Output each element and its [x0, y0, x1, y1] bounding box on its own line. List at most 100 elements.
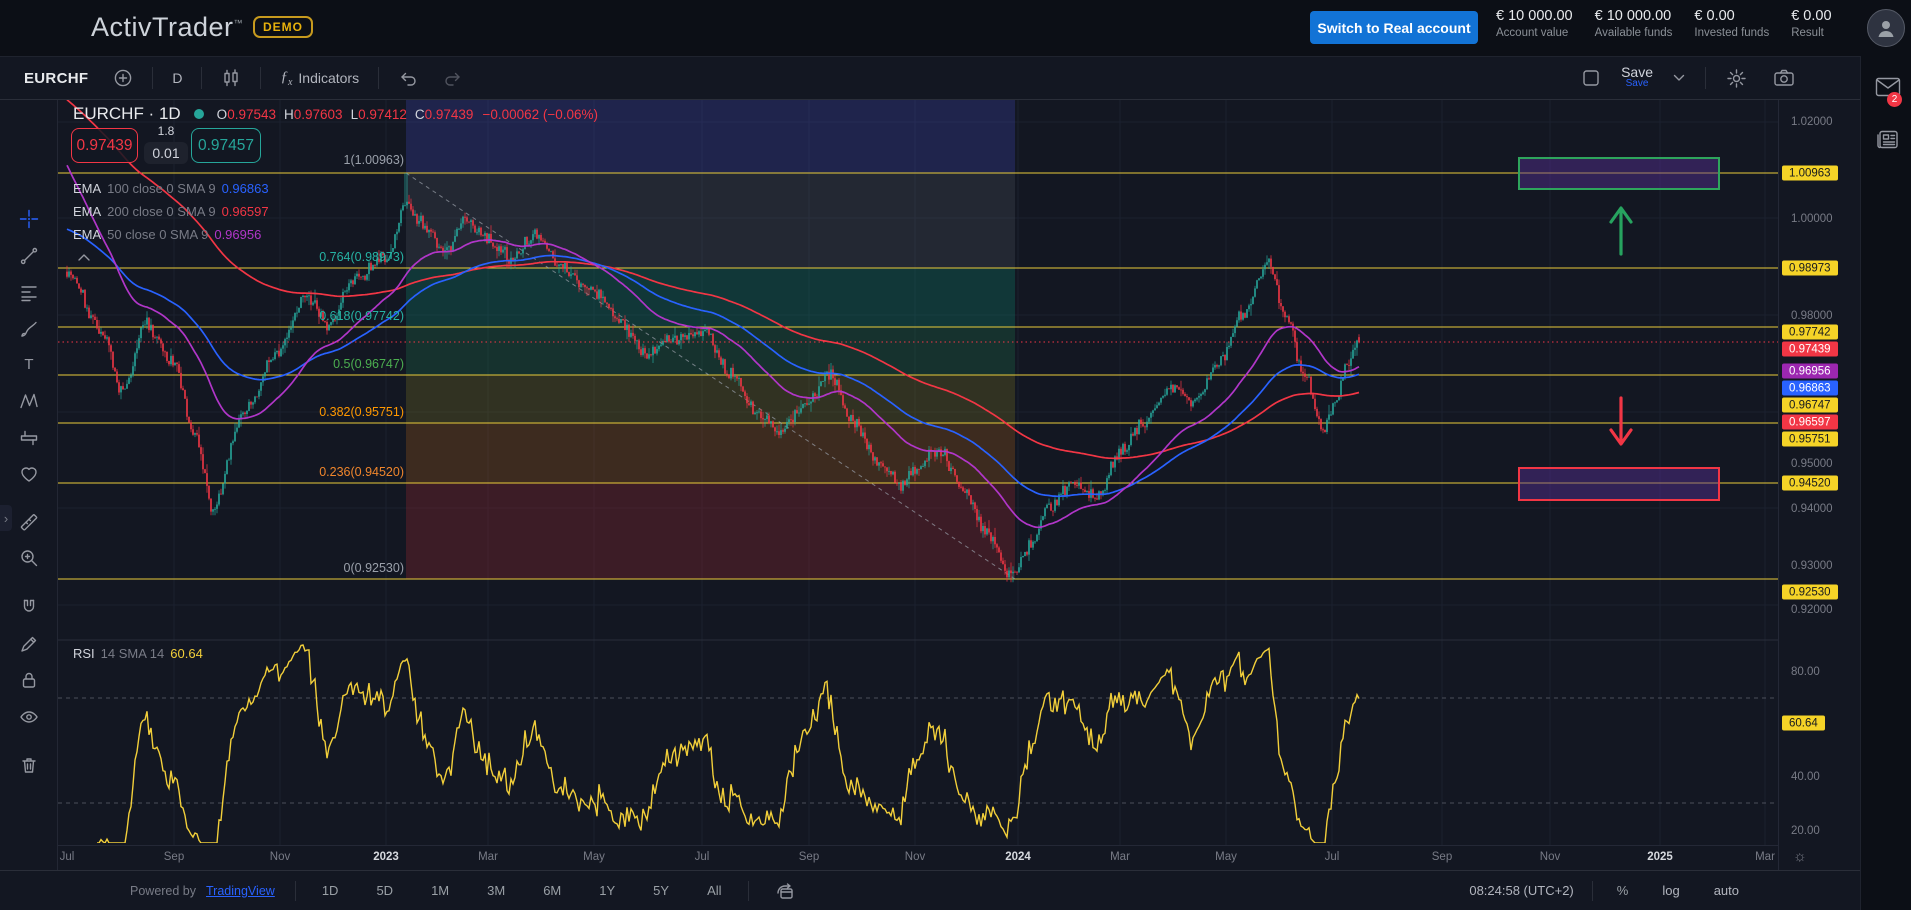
rsi-name: RSI	[73, 646, 95, 661]
price-axis[interactable]: ☼ 1.02000 1.00963 1.00000 0.98973 0.98000 0.9…	[1778, 100, 1860, 870]
price-axis-badge[interactable]: 0.97742	[1782, 325, 1838, 340]
price-axis-label[interactable]: 0.98000	[1791, 310, 1833, 322]
time-axis[interactable]: JulSepNov2023MarMayJulSepNov2024MarMayJu…	[58, 845, 1778, 870]
drawing-mode-tool[interactable]	[12, 627, 46, 661]
time-axis-label: Nov	[270, 851, 290, 863]
range-6M[interactable]: 6M	[537, 882, 567, 899]
price-axis-label[interactable]: 0.92000	[1791, 604, 1833, 616]
auto-scale-button[interactable]: auto	[1708, 882, 1745, 899]
price-axis-badge[interactable]: 0.92530	[1782, 585, 1838, 600]
go-to-date-button[interactable]	[769, 881, 801, 901]
time-axis-label: Jul	[60, 851, 75, 863]
compare-add-button[interactable]	[107, 67, 139, 89]
fib-level-label: 0.5(0.96747)	[204, 357, 404, 371]
measure-tool[interactable]	[12, 505, 46, 539]
redo-button[interactable]	[437, 67, 469, 89]
stat-value: € 0.00	[1791, 8, 1831, 24]
time-axis-label: Sep	[799, 851, 819, 863]
price-axis-label[interactable]: 20.00	[1791, 825, 1820, 837]
save-button[interactable]: Save Save	[1621, 66, 1653, 90]
price-axis-label[interactable]: 1.00000	[1791, 213, 1833, 225]
tradingview-link[interactable]: TradingView	[206, 884, 275, 898]
layout-button[interactable]	[1575, 67, 1607, 89]
price-axis-badge[interactable]: 0.96863	[1782, 381, 1838, 396]
percent-scale-button[interactable]: %	[1611, 882, 1635, 899]
axis-settings-icon[interactable]: ☼	[1793, 848, 1807, 865]
chevron-up-icon	[78, 254, 90, 261]
user-avatar[interactable]	[1867, 9, 1905, 47]
price-axis-badge[interactable]: 0.94520	[1782, 476, 1838, 491]
range-3M[interactable]: 3M	[481, 882, 511, 899]
price-axis-badge[interactable]: 0.96747	[1782, 398, 1838, 413]
news-button[interactable]	[1870, 128, 1906, 155]
zoom-tool[interactable]	[12, 541, 46, 575]
interval-button[interactable]: D	[166, 69, 188, 87]
quantity-field[interactable]: 0.01	[144, 142, 188, 164]
range-1D[interactable]: 1D	[316, 882, 345, 899]
time-axis-label: Jul	[1325, 851, 1340, 863]
price-axis-badge[interactable]: 0.98973	[1782, 261, 1838, 276]
price-axis-badge[interactable]: 1.00963	[1782, 166, 1838, 181]
pencil-icon	[19, 634, 39, 654]
brush-tool[interactable]	[12, 312, 46, 346]
hide-drawings-tool[interactable]	[12, 700, 46, 734]
price-axis-label[interactable]: 0.94000	[1791, 503, 1833, 515]
clock-display[interactable]: 08:24:58 (UTC+2)	[1469, 883, 1573, 898]
ema-legend-row[interactable]: EMA50 close 0 SMA 90.96956	[73, 226, 261, 242]
range-All[interactable]: All	[701, 882, 727, 899]
range-5Y[interactable]: 5Y	[647, 882, 675, 899]
price-axis-label[interactable]: 40.00	[1791, 771, 1820, 783]
magnet-tool[interactable]	[12, 590, 46, 624]
legend-collapse-caret[interactable]	[78, 248, 90, 266]
time-axis-label: Jul	[695, 851, 710, 863]
bottom-separator	[295, 881, 296, 901]
remove-drawings-tool[interactable]	[12, 748, 46, 782]
symbol-button[interactable]: EURCHF	[18, 69, 94, 88]
price-axis-label[interactable]: 1.02000	[1791, 116, 1833, 128]
range-1M[interactable]: 1M	[425, 882, 455, 899]
chart-style-button[interactable]	[215, 67, 247, 89]
time-axis-label: 2024	[1005, 851, 1031, 863]
favorites-tool[interactable]	[12, 457, 46, 491]
range-1Y[interactable]: 1Y	[593, 882, 621, 899]
snapshot-button[interactable]	[1767, 67, 1801, 89]
price-axis-label[interactable]: 80.00	[1791, 666, 1820, 678]
price-axis-badge[interactable]: 0.96597	[1782, 415, 1838, 430]
price-axis-label[interactable]: 0.95000	[1791, 458, 1833, 470]
ema-legend-row[interactable]: EMA200 close 0 SMA 90.96597	[73, 203, 269, 219]
ema-legend-row[interactable]: EMA100 close 0 SMA 90.96863	[73, 180, 269, 196]
fib-retracement-tool[interactable]	[12, 276, 46, 310]
position-tool[interactable]	[12, 421, 46, 455]
ohlc-val: 0.97412	[358, 107, 407, 122]
price-axis-badge[interactable]: 0.96956	[1782, 364, 1838, 379]
switch-to-real-button[interactable]: Switch to Real account	[1310, 11, 1478, 44]
price-axis-label[interactable]: 0.93000	[1791, 560, 1833, 572]
price-axis-badge[interactable]: 0.95751	[1782, 432, 1838, 447]
price-axis-badge[interactable]: 60.64	[1782, 716, 1825, 731]
change-value: −0.00062 (−0.06%)	[482, 107, 598, 122]
ohlc-pair: C0.97439	[415, 107, 474, 122]
save-menu-button[interactable]	[1667, 73, 1691, 83]
legend-symbol-interval[interactable]: EURCHF · 1D	[73, 104, 181, 124]
candlestick-icon	[221, 68, 241, 88]
left-panel-expander[interactable]: ›	[0, 505, 12, 531]
time-axis-label: Nov	[1540, 851, 1560, 863]
stat-value: € 10 000.00	[1496, 8, 1573, 24]
lock-drawings-tool[interactable]	[12, 663, 46, 697]
buy-button[interactable]: 0.97457	[191, 128, 261, 163]
undo-button[interactable]	[392, 67, 424, 89]
price-axis-badge[interactable]: 0.97439	[1782, 342, 1838, 357]
ohlc-pair: H0.97603	[284, 107, 343, 122]
log-scale-button[interactable]: log	[1656, 882, 1685, 899]
settings-button[interactable]	[1720, 67, 1753, 90]
newspaper-icon	[1876, 129, 1900, 151]
crosshair-tool[interactable]	[12, 202, 46, 236]
range-5D[interactable]: 5D	[370, 882, 399, 899]
indicators-button[interactable]: ƒx Indicators	[274, 68, 365, 89]
pattern-tool[interactable]	[12, 384, 46, 418]
sell-button[interactable]: 0.97439	[71, 128, 138, 163]
trendline-tool[interactable]	[12, 239, 46, 273]
text-tool[interactable]: T	[12, 347, 46, 381]
ema-value: 0.96956	[214, 227, 261, 242]
toolbar-separator	[378, 67, 379, 89]
